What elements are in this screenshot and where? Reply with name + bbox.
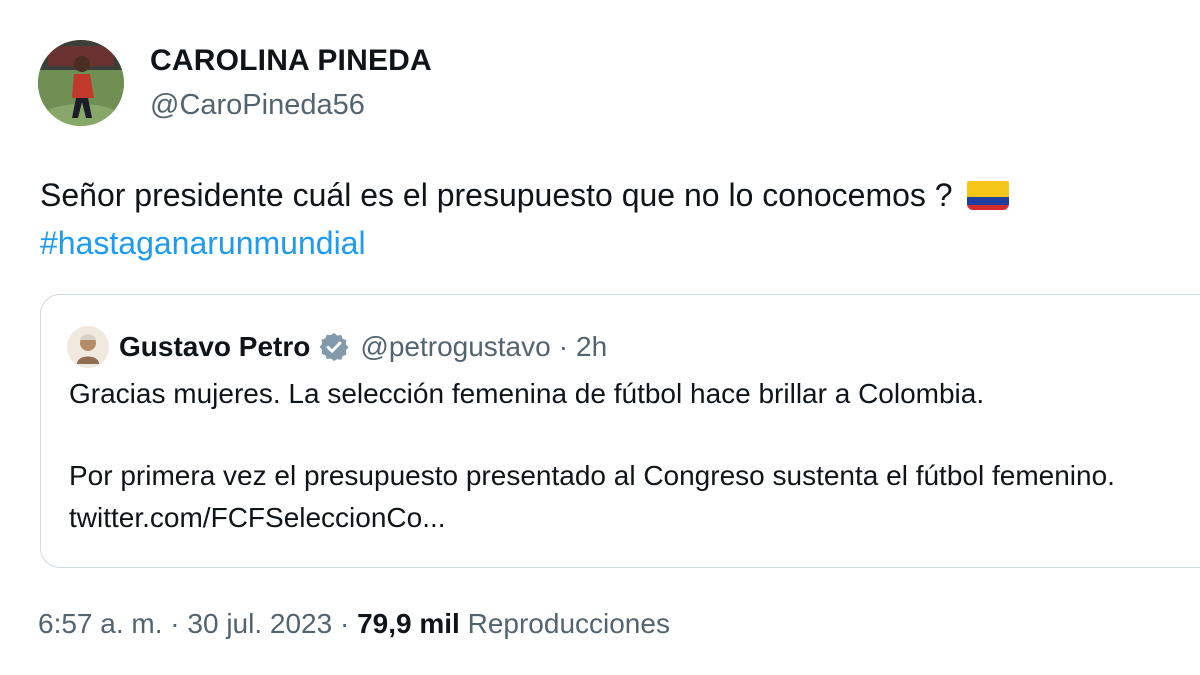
quoted-author-handle[interactable]: @petrogustavo (360, 331, 550, 363)
verified-badge-icon (318, 331, 350, 363)
author-avatar[interactable] (38, 40, 124, 126)
author-name[interactable]: CAROLINA PINEDA (150, 44, 432, 78)
quoted-paragraph-2: Por primera vez el presupuesto presentad… (69, 460, 1115, 533)
views-label: Reproducciones (467, 608, 670, 639)
quoted-author-avatar[interactable] (67, 326, 109, 368)
tweet-text: Señor presidente cuál es el presupuesto … (40, 171, 1180, 267)
quoted-tweet-time[interactable]: 2h (576, 331, 607, 363)
header-separator: · (558, 331, 569, 362)
tweet-time[interactable]: 6:57 a. m. (38, 608, 163, 639)
views-count: 79,9 mil (357, 608, 460, 639)
colombia-flag-icon (967, 178, 1010, 210)
quoted-tweet-header: Gustavo Petro @petrogustavo · 2h (119, 326, 607, 368)
author-handle[interactable]: @CaroPineda56 (150, 89, 365, 122)
tweet-meta: 6:57 a. m. · 30 jul. 2023 · 79,9 mil Rep… (38, 608, 670, 640)
quoted-author-name[interactable]: Gustavo Petro (119, 331, 310, 363)
tweet-body: Señor presidente cuál es el presupuesto … (40, 177, 953, 213)
meta-separator: · (170, 608, 180, 639)
quoted-tweet-card[interactable]: Gustavo Petro @petrogustavo · 2h Gracias… (40, 294, 1200, 568)
quoted-tweet-text: Gracias mujeres. La selección femenina d… (69, 373, 1169, 539)
tweet-date[interactable]: 30 jul. 2023 (187, 608, 332, 639)
meta-separator-2: · (339, 608, 350, 639)
hashtag-link[interactable]: #hastaganarunmundial (40, 225, 366, 261)
quoted-paragraph-1: Gracias mujeres. La selección femenina d… (69, 378, 985, 409)
